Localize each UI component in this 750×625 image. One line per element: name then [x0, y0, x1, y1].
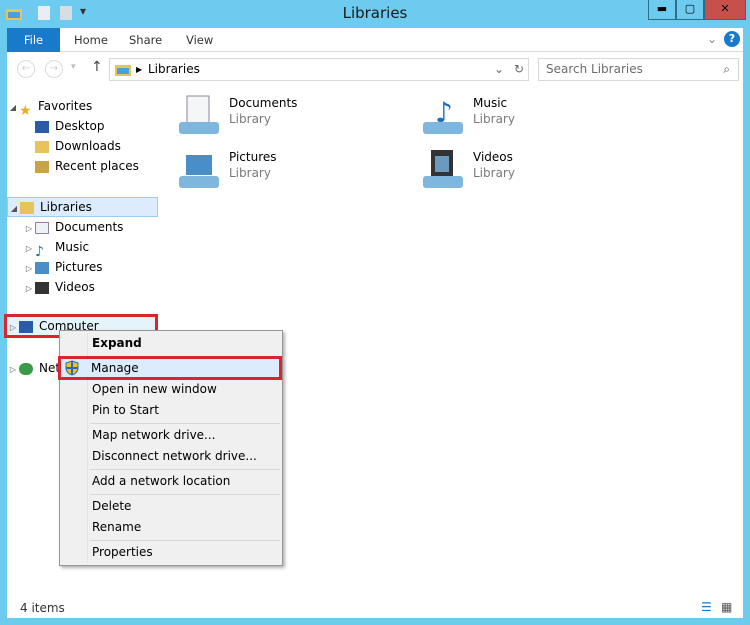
- videos-library-icon: [421, 148, 465, 192]
- address-bar[interactable]: ▶ Libraries ⌄ ↻: [109, 58, 529, 81]
- menu-add-network-location[interactable]: Add a network location: [62, 471, 280, 492]
- library-music[interactable]: ♪ Music Library: [421, 94, 651, 138]
- tab-share[interactable]: Share: [129, 28, 162, 52]
- nav-desktop[interactable]: Desktop: [7, 116, 158, 136]
- menu-manage[interactable]: Manage: [58, 356, 282, 380]
- nav-label: Pictures: [55, 260, 103, 274]
- search-icon[interactable]: ⌕: [723, 59, 730, 80]
- large-icons-view-icon[interactable]: ▦: [721, 600, 732, 614]
- nav-pictures[interactable]: ▷ Pictures: [7, 257, 158, 277]
- item-type: Library: [473, 166, 515, 180]
- close-button[interactable]: ✕: [704, 0, 746, 20]
- computer-icon: [19, 320, 33, 333]
- nav-libraries[interactable]: ◢ Libraries: [7, 197, 158, 217]
- item-type: Library: [229, 166, 271, 180]
- expand-ribbon-icon[interactable]: ⌄: [707, 32, 717, 46]
- uac-shield-icon: [65, 360, 79, 381]
- menu-disconnect-network-drive[interactable]: Disconnect network drive...: [62, 446, 280, 467]
- status-item-count: 4 items: [20, 601, 65, 615]
- search-placeholder: Search Libraries: [546, 62, 643, 76]
- tab-file[interactable]: File: [7, 28, 60, 52]
- maximize-button[interactable]: ▢: [676, 0, 704, 20]
- documents-icon: [35, 221, 49, 234]
- item-name: Videos: [473, 150, 513, 164]
- menu-open-new-window[interactable]: Open in new window: [62, 379, 280, 400]
- pictures-icon: [35, 261, 49, 274]
- menu-label: Manage: [91, 361, 139, 375]
- tab-view[interactable]: View: [186, 28, 213, 52]
- menu-separator: [90, 423, 280, 424]
- nav-label: Desktop: [55, 119, 105, 133]
- recent-places-icon: [35, 160, 49, 173]
- tab-home[interactable]: Home: [74, 28, 108, 52]
- nav-favorites[interactable]: ◢ ★ Favorites: [7, 96, 158, 119]
- forward-button[interactable]: →: [45, 60, 63, 78]
- music-library-icon: ♪: [421, 94, 465, 138]
- nav-label: Recent places: [55, 159, 139, 173]
- nav-label: Videos: [55, 280, 95, 294]
- context-menu: Expand Manage Open in new window Pin to …: [58, 330, 283, 566]
- star-icon: ★: [19, 102, 32, 119]
- libraries-icon: [20, 201, 34, 214]
- help-icon[interactable]: ?: [724, 31, 740, 47]
- network-icon: [19, 362, 33, 375]
- nav-documents[interactable]: ▷ Documents: [7, 217, 158, 237]
- nav-videos[interactable]: ▷ Videos: [7, 277, 158, 297]
- nav-downloads[interactable]: Downloads: [7, 136, 158, 156]
- music-icon: ♪: [35, 243, 44, 260]
- menu-expand[interactable]: Expand: [62, 333, 280, 354]
- menu-delete[interactable]: Delete: [62, 496, 280, 517]
- menu-separator: [90, 494, 280, 495]
- nav-music[interactable]: ▷ ♪ Music: [7, 237, 158, 260]
- nav-recent-places[interactable]: Recent places: [7, 156, 158, 176]
- breadcrumb-libraries[interactable]: Libraries: [148, 62, 200, 76]
- menu-pin-to-start[interactable]: Pin to Start: [62, 400, 280, 421]
- item-type: Library: [473, 112, 515, 126]
- menu-separator: [90, 469, 280, 470]
- menu-properties[interactable]: Properties: [62, 542, 280, 563]
- videos-icon: [35, 281, 49, 294]
- desktop-icon: [35, 120, 49, 133]
- up-button[interactable]: ↑: [91, 59, 103, 75]
- details-view-icon[interactable]: ☰: [701, 600, 712, 614]
- library-documents[interactable]: Documents Library: [177, 94, 407, 138]
- nav-label: Downloads: [55, 139, 121, 153]
- libraries-icon: [115, 62, 131, 83]
- nav-label: Music: [55, 240, 90, 254]
- back-button[interactable]: ←: [17, 60, 35, 78]
- refresh-icon[interactable]: ↻: [514, 59, 524, 80]
- ribbon-tabs: File Home Share View ⌄ ?: [7, 28, 743, 52]
- pictures-library-icon: [177, 148, 221, 192]
- minimize-button[interactable]: ▬: [648, 0, 676, 20]
- documents-library-icon: [177, 94, 221, 138]
- item-name: Pictures: [229, 150, 277, 164]
- recent-locations-icon[interactable]: ▾: [71, 62, 76, 72]
- address-dropdown-icon[interactable]: ⌄: [494, 59, 504, 80]
- item-name: Documents: [229, 96, 298, 110]
- item-name: Music: [473, 96, 508, 110]
- menu-rename[interactable]: Rename: [62, 517, 280, 538]
- nav-label: Libraries: [40, 200, 92, 214]
- search-input[interactable]: Search Libraries ⌕: [538, 58, 739, 81]
- menu-separator: [90, 540, 280, 541]
- nav-label: Favorites: [38, 99, 93, 113]
- library-pictures[interactable]: Pictures Library: [177, 148, 407, 192]
- breadcrumb-arrow-icon[interactable]: ▶: [136, 59, 142, 80]
- window-title: Libraries: [342, 4, 408, 22]
- menu-map-network-drive[interactable]: Map network drive...: [62, 425, 280, 446]
- library-videos[interactable]: Videos Library: [421, 148, 651, 192]
- downloads-icon: [35, 140, 49, 153]
- nav-label: Documents: [55, 220, 124, 234]
- item-type: Library: [229, 112, 271, 126]
